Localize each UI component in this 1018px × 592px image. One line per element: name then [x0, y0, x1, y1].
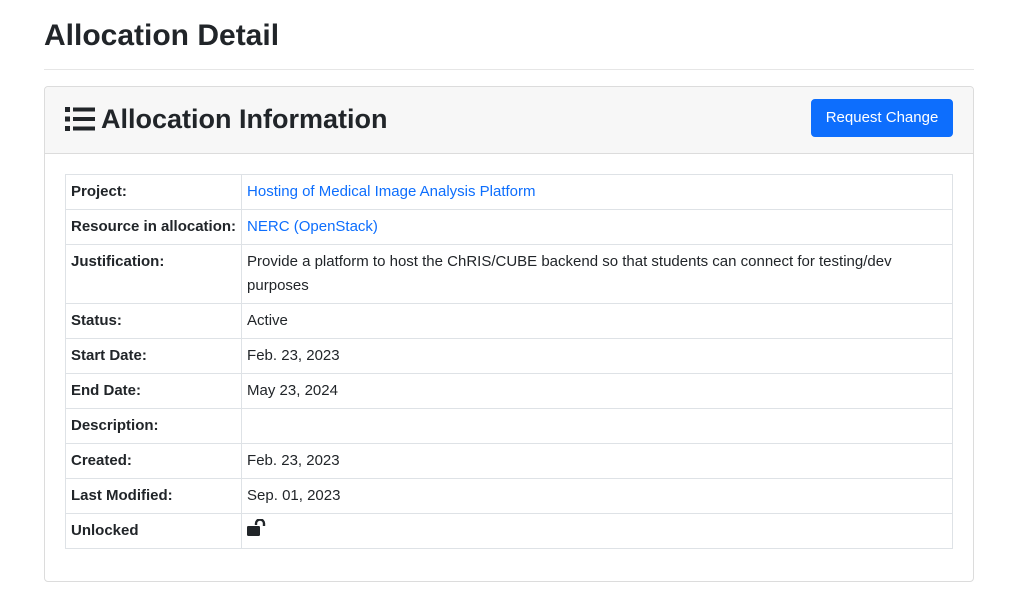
start-date-value: Feb. 23, 2023 — [241, 338, 953, 374]
end-date-label: End Date: — [64, 373, 243, 409]
last-modified-value: Sep. 01, 2023 — [241, 478, 953, 514]
resource-link[interactable]: NERC (OpenStack) — [247, 218, 378, 235]
unlocked-label: Unlocked — [64, 513, 243, 549]
table-row: End Date: May 23, 2024 — [64, 373, 953, 409]
list-icon — [65, 107, 95, 131]
table-row: Resource in allocation: NERC (OpenStack) — [64, 209, 953, 245]
justification-label: Justification: — [64, 244, 243, 304]
table-row: Justification: Provide a platform to hos… — [64, 244, 953, 304]
unlocked-value-cell — [241, 513, 953, 549]
card-body: Project: Hosting of Medical Image Analys… — [64, 174, 953, 549]
table-row: Description: — [64, 408, 953, 444]
last-modified-label: Last Modified: — [64, 478, 243, 514]
unlock-icon — [247, 519, 266, 536]
resource-label: Resource in allocation: — [64, 209, 243, 245]
justification-value: Provide a platform to host the ChRIS/CUB… — [241, 244, 953, 304]
project-value-cell: Hosting of Medical Image Analysis Platfo… — [241, 174, 953, 210]
resource-value-cell: NERC (OpenStack) — [241, 209, 953, 245]
created-label: Created: — [64, 443, 243, 479]
table-row: Unlocked — [64, 513, 953, 549]
request-change-button[interactable]: Request Change — [811, 99, 953, 137]
created-value: Feb. 23, 2023 — [241, 443, 953, 479]
end-date-value: May 23, 2024 — [241, 373, 953, 409]
allocation-info-card: Allocation Information Request Change Pr… — [44, 86, 974, 582]
table-row: Status: Active — [64, 303, 953, 339]
status-value: Active — [241, 303, 953, 339]
description-value — [241, 408, 953, 444]
table-row: Project: Hosting of Medical Image Analys… — [64, 174, 953, 210]
project-link[interactable]: Hosting of Medical Image Analysis Platfo… — [247, 183, 535, 200]
project-label: Project: — [64, 174, 243, 210]
title-divider — [44, 69, 974, 70]
table-row: Created: Feb. 23, 2023 — [64, 443, 953, 479]
table-row: Last Modified: Sep. 01, 2023 — [64, 478, 953, 514]
allocation-detail-table: Project: Hosting of Medical Image Analys… — [64, 174, 953, 549]
card-header: Allocation Information Request Change — [45, 87, 973, 154]
status-label: Status: — [64, 303, 243, 339]
page: Allocation Detail Allocation Information… — [0, 0, 1018, 592]
card-title-text: Allocation Information — [101, 104, 388, 134]
page-title: Allocation Detail — [44, 19, 280, 52]
description-label: Description: — [64, 408, 243, 444]
card-title: Allocation Information — [65, 99, 388, 139]
table-row: Start Date: Feb. 23, 2023 — [64, 338, 953, 374]
start-date-label: Start Date: — [64, 338, 243, 374]
